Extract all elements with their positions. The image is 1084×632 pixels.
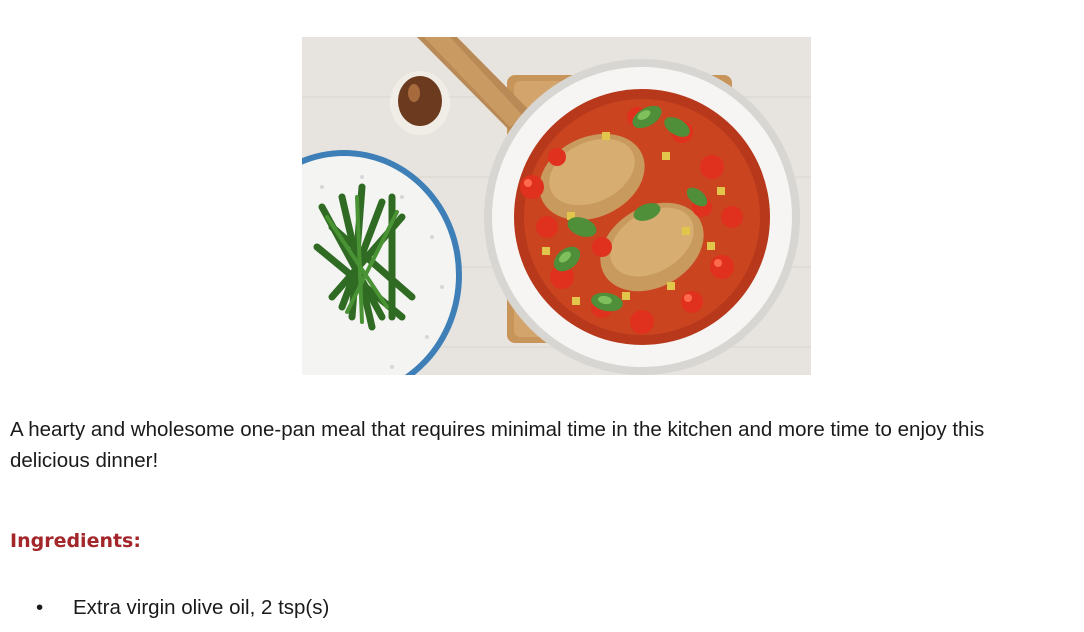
recipe-photo-illustration	[302, 37, 811, 375]
ingredient-text: Extra virgin olive oil, 2 tsp(s)	[73, 596, 330, 619]
ingredients-list: • Extra virgin olive oil, 2 tsp(s)	[10, 593, 329, 623]
bullet-icon: •	[36, 596, 44, 619]
recipe-image	[302, 37, 811, 375]
ingredients-heading: Ingredients:	[10, 530, 141, 552]
list-item: • Extra virgin olive oil, 2 tsp(s)	[10, 593, 329, 623]
recipe-description: A hearty and wholesome one-pan meal that…	[10, 418, 985, 472]
